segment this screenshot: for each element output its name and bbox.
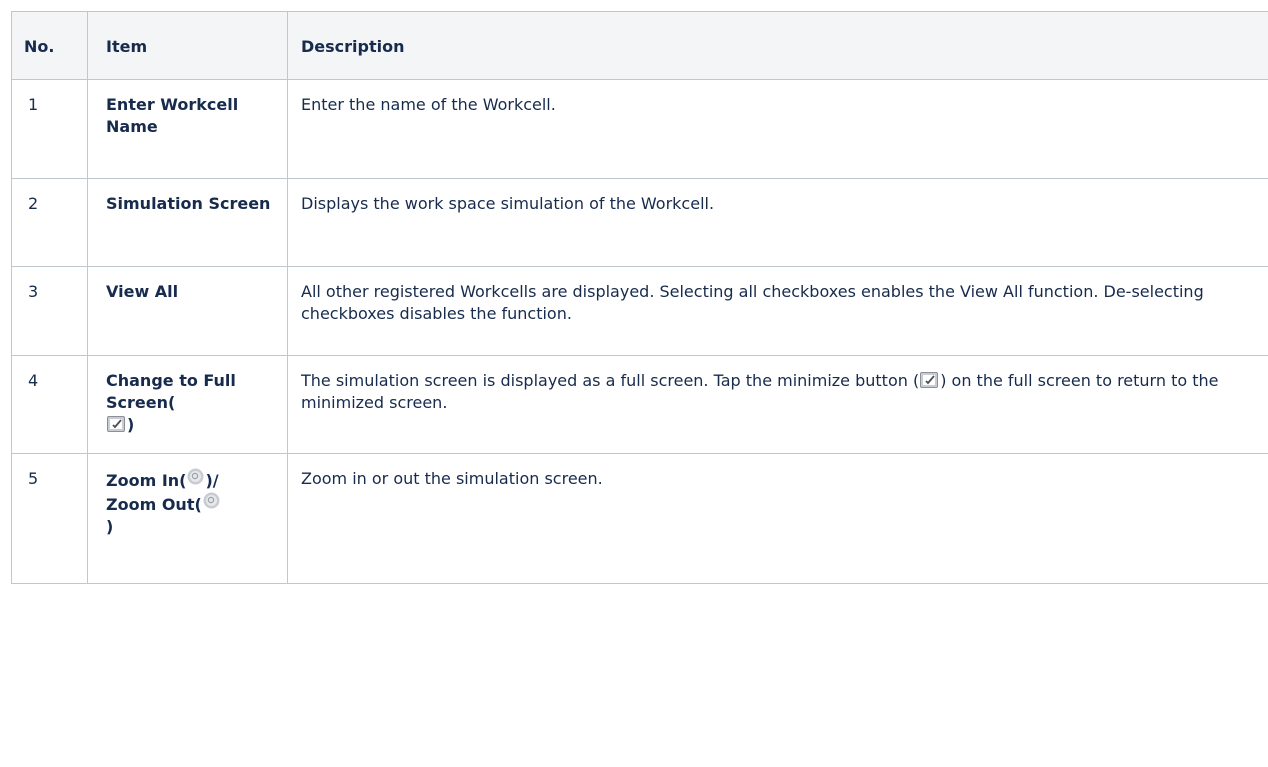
item-label: Enter Workcell Name <box>106 95 239 136</box>
item-description: Enter the name of the Workcell. <box>287 79 1268 179</box>
header-description: Description <box>287 11 1268 80</box>
fullscreen-toggle-icon <box>107 415 126 432</box>
description-table: No. Item Description 1 Enter Workcell Na… <box>11 11 1268 584</box>
table-row: 2 Simulation Screen Displays the work sp… <box>11 178 1268 267</box>
item-name: Simulation Screen <box>87 178 288 267</box>
zoom-in-line: Zoom In( )/ <box>106 468 279 492</box>
item-label-zoom-separator: )/ <box>205 471 219 490</box>
item-label-zoom-out: Zoom Out( <box>106 495 202 514</box>
item-description: The simulation screen is displayed as a … <box>287 355 1268 454</box>
table-row: 1 Enter Workcell Name Enter the name of … <box>11 79 1268 179</box>
table-row: 3 View All All other registered Workcell… <box>11 266 1268 356</box>
item-name: Enter Workcell Name <box>87 79 288 179</box>
table-row: 5 Zoom In( )/ Zoom Out() Zoom in or out… <box>11 453 1268 584</box>
table-row: 4 Change to Full Screen( ) The simulatio… <box>11 355 1268 454</box>
row-number: 2 <box>11 178 88 267</box>
zoom-out-line: Zoom Out( <box>106 492 279 516</box>
row-number: 4 <box>11 355 88 454</box>
row-number: 5 <box>11 453 88 584</box>
table-header: No. Item Description <box>11 11 1268 80</box>
row-number: 1 <box>11 79 88 179</box>
item-name: Change to Full Screen( ) <box>87 355 288 454</box>
item-description: Displays the work space simulation of th… <box>287 178 1268 267</box>
item-label: Simulation Screen <box>106 194 271 213</box>
row-number: 3 <box>11 266 88 356</box>
table-header-row: No. Item Description <box>11 11 1268 80</box>
header-item: Item <box>87 11 288 80</box>
item-label: View All <box>106 282 179 301</box>
table-body: 1 Enter Workcell Name Enter the name of … <box>11 79 1268 584</box>
description-before-icon: The simulation screen is displayed as a … <box>301 371 920 390</box>
item-label-zoom-in: Zoom In( <box>106 471 187 490</box>
page: No. Item Description 1 Enter Workcell Na… <box>0 0 1268 767</box>
zoom-out-icon <box>203 492 220 509</box>
item-description: All other registered Workcells are displ… <box>287 266 1268 356</box>
zoom-in-icon <box>187 468 204 485</box>
item-description: Zoom in or out the simulation screen. <box>287 453 1268 584</box>
item-label-before-icon: Change to Full Screen( <box>106 371 236 412</box>
item-label-after-icon: ) <box>127 415 135 434</box>
minimize-button-icon <box>920 371 939 388</box>
item-name: View All <box>87 266 288 356</box>
header-no: No. <box>11 11 88 80</box>
item-name: Zoom In( )/ Zoom Out() <box>87 453 288 584</box>
item-label-close-paren: ) <box>106 517 114 536</box>
